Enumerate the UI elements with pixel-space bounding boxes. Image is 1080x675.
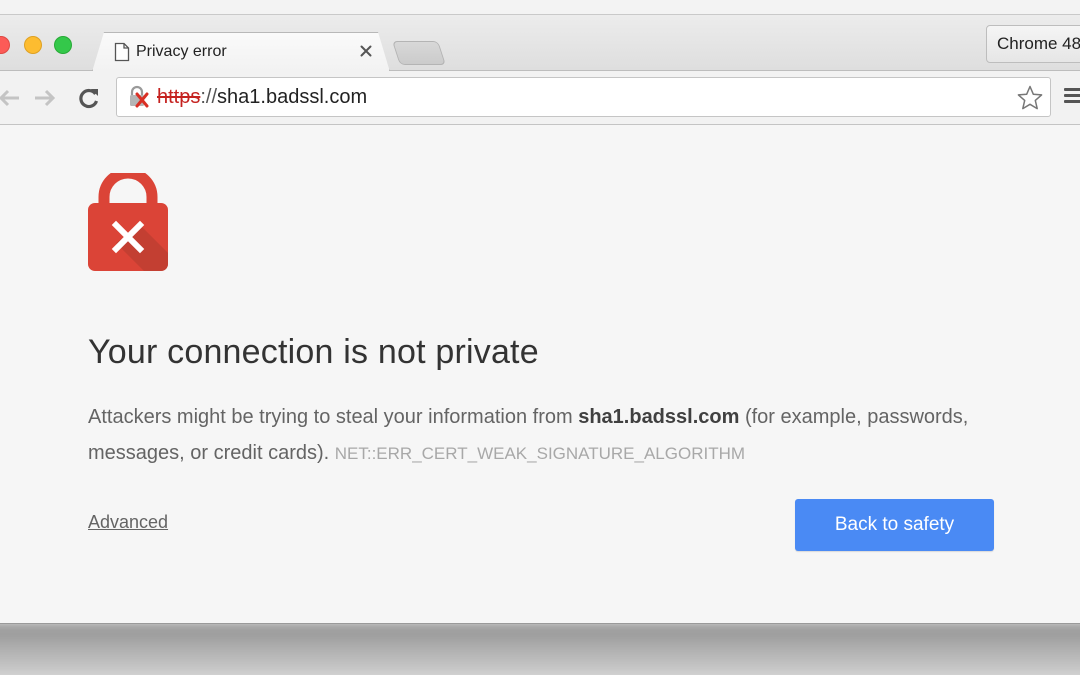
bookmark-star-button[interactable]	[1016, 84, 1044, 112]
profile-button[interactable]: Chrome 48	[986, 25, 1080, 63]
back-to-safety-button[interactable]: Back to safety	[795, 499, 994, 551]
tab-strip: Privacy error Chrome 48	[0, 15, 1080, 71]
new-tab-button[interactable]	[392, 41, 446, 65]
back-arrow-icon	[0, 89, 19, 107]
toolbar: https://sha1.badssl.com	[0, 71, 1080, 125]
window-shadow	[0, 622, 1080, 675]
interstitial-page: Your connection is not private Attackers…	[0, 125, 1080, 623]
page-headline: Your connection is not private	[88, 333, 539, 371]
close-icon	[360, 45, 372, 57]
forward-button[interactable]	[30, 83, 60, 113]
url-scheme: https	[157, 85, 201, 108]
minimize-window-button[interactable]	[24, 36, 42, 54]
tab-close-button[interactable]	[354, 39, 378, 63]
document-icon	[114, 42, 130, 62]
zoom-window-button[interactable]	[54, 36, 72, 54]
tab-content: Privacy error	[92, 32, 390, 72]
url-host: sha1.badssl.com	[217, 85, 368, 108]
url-separator: ://	[200, 85, 218, 108]
error-message: Attackers might be trying to steal your …	[88, 399, 988, 472]
browser-window: Privacy error Chrome 48 https:// sha1.b…	[0, 14, 1080, 623]
broken-lock-icon[interactable]	[127, 85, 151, 109]
close-window-button[interactable]	[0, 36, 10, 54]
tab-title: Privacy error	[136, 43, 227, 60]
red-lock-x-icon	[88, 173, 168, 271]
reload-icon	[79, 88, 99, 109]
back-button[interactable]	[0, 83, 24, 113]
error-code: NET::ERR_CERT_WEAK_SIGNATURE_ALGORITHM	[334, 444, 746, 463]
message-host: sha1.badssl.com	[578, 406, 740, 428]
advanced-link[interactable]: Advanced	[88, 512, 168, 533]
message-prefix: Attackers might be trying to steal your …	[88, 406, 579, 428]
forward-arrow-icon	[35, 89, 56, 107]
star-icon	[1017, 85, 1043, 110]
screenshot-stage: Privacy error Chrome 48 https:// sha1.b…	[0, 0, 1080, 675]
hamburger-menu-icon[interactable]	[1064, 85, 1080, 109]
address-bar[interactable]: https://sha1.badssl.com	[116, 77, 1051, 117]
reload-button[interactable]	[74, 83, 104, 113]
